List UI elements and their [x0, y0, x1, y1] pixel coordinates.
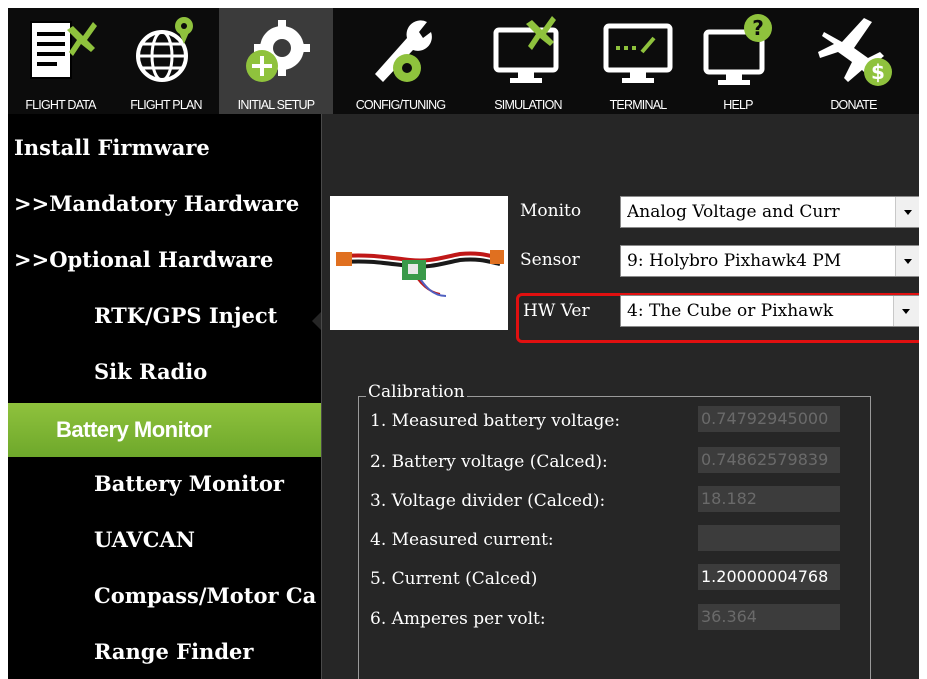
chevron-down-icon [904, 210, 912, 215]
measured-battery-voltage-field: 0.74792945000 [698, 406, 840, 432]
menu-compass-motor-calib[interactable]: Compass/Motor Ca [8, 570, 321, 622]
toolbar-terminal[interactable]: TERMINAL [588, 8, 688, 114]
donate-icon: $ [817, 18, 892, 86]
sensor-label: Sensor [520, 250, 580, 270]
main-toolbar: FLIGHT DATA FLIGHT PLAN INITIAL SETUP CO… [8, 8, 919, 114]
toolbar-terminal-label: TERMINAL [609, 98, 668, 112]
selection-indicator [312, 309, 324, 333]
toolbar-donate-label: DONATE [830, 98, 877, 112]
help-icon: ? [703, 14, 772, 85]
measured-current-label: 4. Measured current: [370, 530, 554, 550]
menu-sik-radio[interactable]: Sik Radio [8, 346, 321, 398]
toolbar-initial-setup-label: INITIAL SETUP [237, 98, 315, 112]
toolbar-flight-data[interactable]: FLIGHT DATA [8, 8, 113, 114]
current-calced-input[interactable]: 1.20000004768 [698, 564, 840, 590]
hw-version-select-value: 4: The Cube or Pixhawk [627, 301, 834, 321]
voltage-divider-field: 18.182 [698, 486, 840, 512]
toolbar-config-tuning[interactable]: CONFIG/TUNING [333, 8, 468, 114]
svg-text:$: $ [871, 60, 885, 84]
chevron-down-icon [902, 309, 910, 314]
toolbar-help[interactable]: ? HELP [688, 8, 788, 114]
sensor-dropdown-button[interactable] [895, 246, 919, 276]
hw-version-dropdown-button[interactable] [893, 296, 919, 326]
menu-install-firmware[interactable]: Install Firmware [8, 122, 321, 174]
mission-planner-window: FLIGHT DATA FLIGHT PLAN INITIAL SETUP CO… [8, 8, 919, 679]
menu-divider [321, 114, 322, 679]
measured-battery-voltage-label: 1. Measured battery voltage: [370, 411, 621, 431]
flight-plan-icon [136, 17, 193, 82]
terminal-icon [603, 23, 673, 83]
svg-text:?: ? [752, 16, 764, 40]
toolbar-simulation-label: SIMULATION [494, 98, 562, 112]
menu-rtk-gps-inject[interactable]: RTK/GPS Inject [8, 290, 321, 342]
initial-setup-icon [246, 20, 310, 82]
monitor-label: Monito [520, 201, 582, 221]
toolbar-simulation[interactable]: SIMULATION [468, 8, 588, 114]
chevron-down-icon [904, 259, 912, 264]
hw-version-label: HW Ver [523, 301, 590, 321]
menu-battery-monitor-selected[interactable]: Battery Monitor [8, 403, 321, 457]
monitor-dropdown-button[interactable] [895, 197, 919, 227]
measured-current-field [698, 525, 840, 551]
current-calced-label: 5. Current (Calced) [370, 569, 538, 589]
menu-optional-hardware[interactable]: >>Optional Hardware [8, 234, 321, 286]
monitor-select[interactable]: Analog Voltage and Curr [620, 196, 919, 228]
config-tuning-icon [374, 20, 432, 83]
monitor-select-value: Analog Voltage and Curr [627, 202, 840, 222]
simulation-icon [493, 16, 559, 83]
menu-uavcan[interactable]: UAVCAN [8, 514, 321, 566]
menu-range-finder[interactable]: Range Finder [8, 626, 321, 678]
toolbar-help-label: HELP [723, 98, 753, 112]
calibration-group-title: Calibration [366, 382, 467, 402]
power-module-image [330, 196, 508, 330]
sensor-select-value: 9: Holybro Pixhawk4 PM [627, 251, 842, 271]
menu-mandatory-hardware[interactable]: >>Mandatory Hardware [8, 178, 321, 230]
battery-voltage-calced-field: 0.74862579839 [698, 447, 840, 473]
sensor-select[interactable]: 9: Holybro Pixhawk4 PM [620, 245, 919, 277]
amperes-per-volt-label: 6. Amperes per volt: [370, 609, 546, 629]
setup-side-menu: Install Firmware >>Mandatory Hardware >>… [8, 114, 321, 679]
toolbar-flight-plan[interactable]: FLIGHT PLAN [113, 8, 219, 114]
menu-battery-monitor-2[interactable]: Battery Monitor [8, 458, 321, 510]
flight-data-icon [29, 21, 97, 79]
toolbar-flight-data-label: FLIGHT DATA [25, 98, 96, 112]
toolbar-config-tuning-label: CONFIG/TUNING [355, 98, 446, 112]
hw-version-select[interactable]: 4: The Cube or Pixhawk [620, 295, 919, 327]
voltage-divider-label: 3. Voltage divider (Calced): [370, 491, 606, 511]
battery-voltage-calced-label: 2. Battery voltage (Calced): [370, 452, 608, 472]
toolbar-donate[interactable]: $ DONATE [788, 8, 919, 114]
amperes-per-volt-field: 36.364 [698, 604, 840, 630]
toolbar-initial-setup[interactable]: INITIAL SETUP [219, 8, 333, 114]
toolbar-flight-plan-label: FLIGHT PLAN [130, 98, 202, 112]
